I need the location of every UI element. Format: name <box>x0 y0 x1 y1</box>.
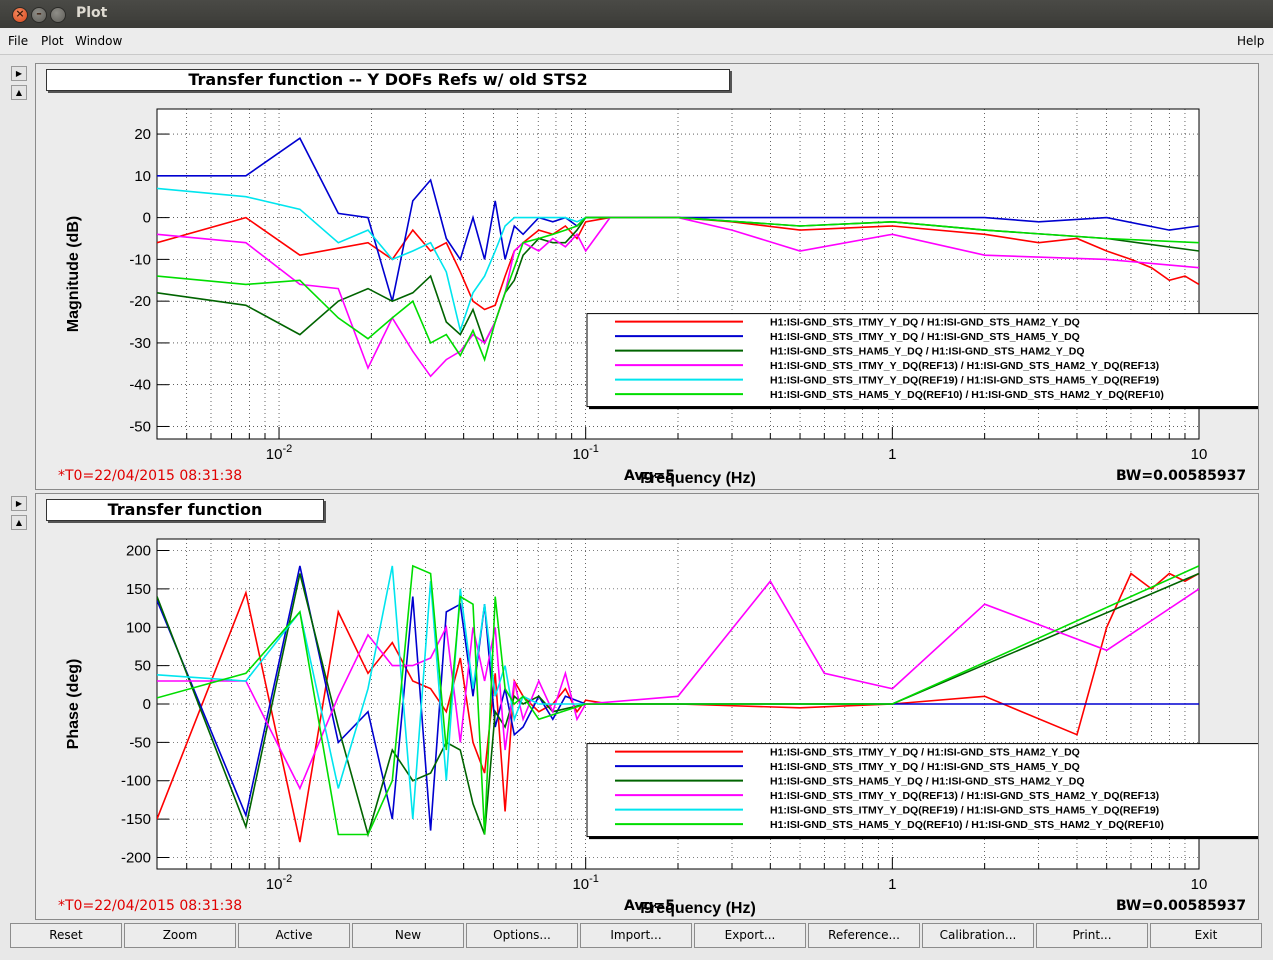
options-button[interactable]: Options... <box>466 923 578 948</box>
y-tick-label: 50 <box>134 658 151 675</box>
print-button[interactable]: Print... <box>1036 923 1148 948</box>
legend-label: H1:ISI-GND_STS_ITMY_Y_DQ / H1:ISI-GND_ST… <box>770 331 1080 343</box>
y-tick-label: -50 <box>129 734 151 751</box>
y-tick-label: 20 <box>134 126 151 143</box>
prev-pad-button[interactable]: ▲ <box>11 85 27 100</box>
y-tick-label: -50 <box>129 418 151 435</box>
y-tick-label: -40 <box>129 377 151 394</box>
legend-label: H1:ISI-GND_STS_HAM5_Y_DQ(REF10) / H1:ISI… <box>770 819 1164 831</box>
menu-plot[interactable]: Plot <box>41 34 64 48</box>
legend-label: H1:ISI-GND_STS_ITMY_Y_DQ(REF19) / H1:ISI… <box>770 375 1159 387</box>
next-pad-button[interactable]: ▶ <box>11 66 27 81</box>
pad-selector: ▶ ▲ ▶ ▲ <box>0 55 34 921</box>
phase-chart[interactable]: 200150100500-50-100-150-20010-2 10-1 1 10Fr… <box>36 494 1258 919</box>
y-tick-label: 0 <box>143 210 151 227</box>
y-axis-label: Phase (deg) <box>65 659 82 750</box>
legend-label: H1:ISI-GND_STS_HAM5_Y_DQ / H1:ISI-GND_ST… <box>770 346 1085 358</box>
prev-pad-button-2[interactable]: ▲ <box>11 515 27 530</box>
active-button[interactable]: Active <box>238 923 350 948</box>
x-tick-label: 1 <box>888 876 896 893</box>
import-button[interactable]: Import... <box>580 923 692 948</box>
button-bar: Reset Zoom Active New Options... Import.… <box>0 922 1273 960</box>
y-tick-label: 150 <box>126 581 151 598</box>
zoom-button[interactable]: Zoom <box>124 923 236 948</box>
legend-label: H1:ISI-GND_STS_ITMY_Y_DQ / H1:ISI-GND_ST… <box>770 761 1080 773</box>
reset-button[interactable]: Reset <box>10 923 122 948</box>
legend-label: H1:ISI-GND_STS_ITMY_Y_DQ / H1:ISI-GND_ST… <box>770 317 1080 329</box>
y-axis-label: Magnitude (dB) <box>65 216 82 332</box>
y-tick-label: -20 <box>129 293 151 310</box>
x-tick-label: 10-2 <box>266 873 292 893</box>
y-tick-label: -150 <box>121 811 151 828</box>
y-tick-label: 200 <box>126 543 151 560</box>
reference-button[interactable]: Reference... <box>808 923 920 948</box>
new-button[interactable]: New <box>352 923 464 948</box>
export-button[interactable]: Export... <box>694 923 806 948</box>
y-tick-label: 0 <box>143 696 151 713</box>
legend-label: H1:ISI-GND_STS_ITMY_Y_DQ(REF19) / H1:ISI… <box>770 805 1159 817</box>
minimize-icon: – <box>36 7 42 20</box>
menu-file[interactable]: File <box>8 34 28 48</box>
magnitude-panel: Transfer function -- Y DOFs Refs w/ old … <box>35 63 1259 490</box>
t0-label: *T0=22/04/2015 08:31:38 <box>58 468 243 484</box>
avg-label: Avg=5 <box>624 468 675 484</box>
x-tick-label: 1 <box>888 446 896 463</box>
magnitude-chart[interactable]: 20100-10-20-30-40-5010-2 10-1 1 10Frequency… <box>36 64 1258 489</box>
y-tick-label: 10 <box>134 168 151 185</box>
minimize-window-button[interactable]: – <box>31 7 47 23</box>
t0-label: *T0=22/04/2015 08:31:38 <box>58 898 243 914</box>
up-arrow-icon: ▲ <box>15 518 23 527</box>
close-window-button[interactable]: × <box>12 7 28 23</box>
x-tick-label: 10 <box>1191 446 1208 463</box>
legend-label: H1:ISI-GND_STS_HAM5_Y_DQ(REF10) / H1:ISI… <box>770 389 1164 401</box>
next-pad-button-2[interactable]: ▶ <box>11 496 27 511</box>
menu-window[interactable]: Window <box>75 34 122 48</box>
window-title: Plot <box>76 5 108 21</box>
y-tick-label: 100 <box>126 619 151 636</box>
phase-panel: Transfer function 200 150 100 50 0 -50 -100 -15… <box>35 493 1259 920</box>
maximize-window-button[interactable] <box>50 7 66 23</box>
bw-label: BW=0.00585937 <box>1116 468 1247 484</box>
avg-label: Avg=5 <box>624 898 675 914</box>
legend-label: H1:ISI-GND_STS_ITMY_Y_DQ(REF13) / H1:ISI… <box>770 360 1159 372</box>
y-tick-label: -10 <box>129 251 151 268</box>
close-icon: × <box>15 7 25 20</box>
legend-label: H1:ISI-GND_STS_HAM5_Y_DQ / H1:ISI-GND_ST… <box>770 776 1085 788</box>
x-tick-label: 10-1 <box>572 873 598 893</box>
menu-help[interactable]: Help <box>1237 34 1264 48</box>
exit-button[interactable]: Exit <box>1150 923 1262 948</box>
calibration-button[interactable]: Calibration... <box>922 923 1034 948</box>
x-tick-label: 10-2 <box>266 443 292 463</box>
y-tick-label: -100 <box>121 773 151 790</box>
bw-label: BW=0.00585937 <box>1116 898 1247 914</box>
right-arrow-icon: ▶ <box>15 499 23 508</box>
x-tick-label: 10 <box>1191 876 1208 893</box>
legend-label: H1:ISI-GND_STS_ITMY_Y_DQ(REF13) / H1:ISI… <box>770 790 1159 802</box>
x-tick-label: 10-1 <box>572 443 598 463</box>
y-tick-label: -30 <box>129 335 151 352</box>
legend-label: H1:ISI-GND_STS_ITMY_Y_DQ / H1:ISI-GND_ST… <box>770 747 1080 759</box>
menubar: File Plot Window Help <box>0 28 1273 55</box>
window-titlebar: × – Plot <box>0 0 1273 28</box>
y-tick-label: -200 <box>121 849 151 866</box>
right-arrow-icon: ▶ <box>15 69 23 78</box>
up-arrow-icon: ▲ <box>15 88 23 97</box>
